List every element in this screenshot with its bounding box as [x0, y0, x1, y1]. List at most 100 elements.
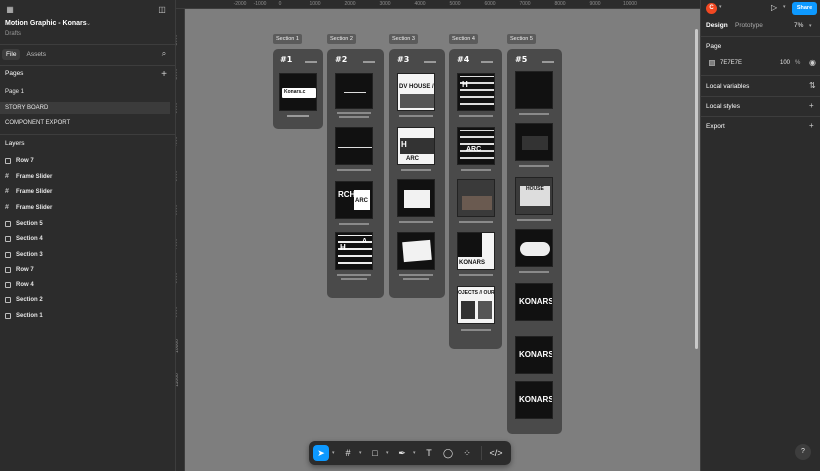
- ruler-label: 6000: [176, 204, 179, 216]
- storyboard-frame[interactable]: OJECTS // OUR: [457, 286, 495, 324]
- section-4[interactable]: #4 H ARC KONARS OJECTS // OUR: [449, 49, 502, 349]
- page-item-story-board[interactable]: STORY BOARD: [0, 102, 170, 114]
- layer-item[interactable]: Row 7: [5, 155, 34, 167]
- local-variables-label[interactable]: Local variables: [706, 83, 749, 90]
- layer-item[interactable]: Section 3: [5, 249, 43, 261]
- frame-caption: [287, 115, 309, 117]
- section-2[interactable]: #2 RCH ARC H A: [327, 49, 384, 298]
- frame-tool-icon[interactable]: #: [340, 445, 356, 461]
- page-color-hex[interactable]: 7E7E7E: [720, 60, 742, 66]
- storyboard-frame[interactable]: ARC: [457, 127, 495, 165]
- storyboard-frame[interactable]: [397, 232, 435, 270]
- storyboard-frame[interactable]: H A: [335, 232, 373, 270]
- comment-tool-icon[interactable]: ◯: [440, 445, 456, 461]
- layer-item[interactable]: Section 4: [5, 233, 43, 245]
- layer-item[interactable]: # Frame Slider: [5, 202, 52, 214]
- layer-item[interactable]: Section 1: [5, 310, 43, 322]
- chevron-down-icon[interactable]: ▾: [359, 450, 364, 456]
- add-page-icon[interactable]: +: [158, 68, 170, 80]
- chevron-down-icon[interactable]: ▾: [783, 4, 786, 10]
- layer-item[interactable]: Section 5: [5, 218, 43, 230]
- storyboard-frame[interactable]: H ARC: [397, 127, 435, 165]
- section-label-4[interactable]: Section 4: [449, 34, 478, 44]
- frame-caption: [519, 165, 549, 167]
- frame-caption: [459, 115, 493, 117]
- sidebar-toggle-icon[interactable]: ◫: [156, 3, 168, 15]
- storyboard-frame[interactable]: [515, 71, 553, 109]
- section-label-3[interactable]: Section 3: [389, 34, 418, 44]
- chevron-down-icon[interactable]: ▾: [332, 450, 337, 456]
- page-color-swatch[interactable]: [709, 60, 715, 66]
- section-number: #4: [457, 55, 470, 64]
- layer-item[interactable]: Row 4: [5, 279, 34, 291]
- section-1[interactable]: #1 Konars.c: [273, 49, 323, 129]
- storyboard-frame[interactable]: [397, 179, 435, 217]
- canvas-scrollbar[interactable]: [695, 29, 698, 349]
- file-location[interactable]: Drafts: [5, 31, 21, 37]
- pen-tool-icon[interactable]: ✒: [394, 445, 410, 461]
- chevron-down-icon[interactable]: ▾: [386, 450, 391, 456]
- section-label-1[interactable]: Section 1: [273, 34, 302, 44]
- dev-mode-icon[interactable]: </>: [488, 445, 504, 461]
- export-label[interactable]: Export: [706, 123, 725, 130]
- play-icon[interactable]: ▷: [771, 3, 777, 12]
- section-label-2[interactable]: Section 2: [327, 34, 356, 44]
- actions-tool-icon[interactable]: ⁘: [459, 445, 475, 461]
- section-label-5[interactable]: Section 5: [507, 34, 536, 44]
- frame-text: ARC: [466, 146, 482, 153]
- design-canvas[interactable]: Section 1 #1 Konars.c Section 2 #2 RCH A…: [185, 9, 700, 471]
- storyboard-frame[interactable]: [335, 127, 373, 165]
- storyboard-frame[interactable]: DV HOUSE /: [397, 73, 435, 111]
- layer-item[interactable]: Row 7: [5, 264, 34, 276]
- storyboard-frame[interactable]: [335, 73, 373, 109]
- section-icon: [5, 221, 11, 227]
- section-3[interactable]: #3 DV HOUSE / H ARC: [389, 49, 445, 298]
- storyboard-frame[interactable]: [515, 123, 553, 161]
- section-5[interactable]: #5 HOUSE KONARS KONARS KONARS: [507, 49, 562, 434]
- zoom-level[interactable]: 7%: [794, 22, 803, 29]
- pages-heading: Pages: [5, 70, 24, 77]
- storyboard-frame[interactable]: KONARS: [515, 381, 553, 419]
- layer-item[interactable]: # Frame Slider: [5, 171, 52, 183]
- add-export-icon[interactable]: +: [809, 121, 814, 130]
- add-style-icon[interactable]: +: [809, 101, 814, 110]
- storyboard-frame[interactable]: KONARS: [515, 283, 553, 321]
- variables-icon[interactable]: ⇅: [809, 81, 816, 90]
- tab-file[interactable]: File: [2, 48, 21, 60]
- move-tool-icon[interactable]: ➤: [313, 445, 329, 461]
- tab-prototype[interactable]: Prototype: [735, 22, 763, 29]
- text-tool-icon[interactable]: T: [421, 445, 437, 461]
- page-opacity[interactable]: 100: [780, 60, 790, 66]
- page-item-component-export[interactable]: COMPONENT EXPORT: [0, 117, 170, 129]
- storyboard-frame[interactable]: HOUSE: [515, 177, 553, 215]
- rectangle-tool-icon[interactable]: □: [367, 445, 383, 461]
- storyboard-frame[interactable]: [515, 229, 553, 267]
- storyboard-frame[interactable]: H: [457, 73, 495, 111]
- tab-design[interactable]: Design: [706, 22, 728, 29]
- layer-item[interactable]: # Frame Slider: [5, 186, 52, 198]
- chevron-down-icon[interactable]: ▾: [413, 450, 418, 456]
- frame-text: ARC: [406, 156, 419, 162]
- chevron-down-icon[interactable]: ⌄: [86, 20, 91, 27]
- storyboard-frame[interactable]: [457, 179, 495, 217]
- layer-item[interactable]: Section 2: [5, 294, 43, 306]
- avatar[interactable]: C: [706, 3, 717, 14]
- tab-assets[interactable]: Assets: [22, 49, 50, 60]
- help-button[interactable]: ?: [795, 444, 811, 460]
- main-menu-icon[interactable]: ▦: [4, 3, 16, 15]
- ruler-label: 4000: [414, 1, 426, 7]
- frame-caption: [399, 221, 433, 223]
- file-title[interactable]: Motion Graphic - Konars: [5, 20, 87, 27]
- search-icon[interactable]: ⌕: [158, 48, 170, 60]
- eye-icon[interactable]: ◉: [809, 58, 816, 67]
- bottom-toolbar: ➤ ▾ # ▾ □ ▾ ✒ ▾ T ◯ ⁘ </>: [309, 441, 511, 465]
- chevron-down-icon[interactable]: ▾: [809, 23, 812, 29]
- storyboard-frame[interactable]: Konars.c: [279, 73, 317, 111]
- local-styles-label[interactable]: Local styles: [706, 103, 740, 110]
- page-item-page-1[interactable]: Page 1: [0, 86, 170, 98]
- share-button[interactable]: Share: [792, 2, 817, 15]
- storyboard-frame[interactable]: KONARS: [457, 232, 495, 270]
- chevron-down-icon[interactable]: ▾: [719, 4, 722, 10]
- storyboard-frame[interactable]: KONARS: [515, 336, 553, 374]
- storyboard-frame[interactable]: RCH ARC: [335, 181, 373, 219]
